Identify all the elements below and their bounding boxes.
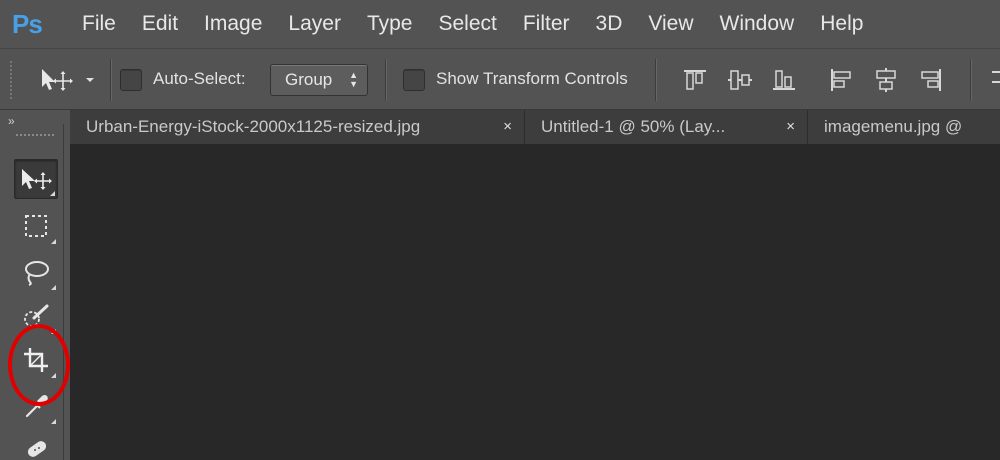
tab-title: Urban-Energy-iStock-2000x1125-resized.jp… — [86, 117, 421, 136]
highlight-circle — [8, 324, 70, 406]
options-bar: Auto-Select: Group ▲ ▼ Show Transform Con… — [0, 48, 1000, 110]
auto-select-dropdown[interactable]: Group ▲ ▼ — [270, 64, 368, 96]
chevron-down-icon — [86, 78, 94, 82]
document-tab[interactable]: Untitled-1 @ 50% (Lay... × — [525, 110, 808, 144]
align-vertical-centers-icon[interactable] — [727, 67, 753, 93]
auto-select-checkbox[interactable] — [120, 69, 142, 91]
menu-edit[interactable]: Edit — [142, 12, 178, 36]
document-canvas[interactable] — [70, 144, 1000, 460]
tools-panel — [6, 124, 64, 460]
menu-view[interactable]: View — [648, 12, 693, 36]
menu-window[interactable]: Window — [720, 12, 795, 36]
lasso-tool[interactable] — [14, 252, 58, 292]
distribute-top-edges-icon[interactable] — [984, 67, 1000, 93]
show-transform-checkbox[interactable] — [403, 69, 425, 91]
align-left-edges-icon[interactable] — [828, 67, 854, 93]
document-tab[interactable]: imagemenu.jpg @ — [808, 110, 1000, 144]
divider — [655, 59, 656, 101]
show-transform-label: Show Transform Controls — [436, 69, 628, 88]
lasso-icon — [25, 261, 49, 286]
auto-select-label: Auto-Select: — [153, 69, 246, 88]
options-bar-grip[interactable] — [10, 61, 14, 99]
menu-file[interactable]: File — [82, 12, 116, 36]
tool-flyout-indicator — [51, 285, 56, 290]
healing-brush-tool[interactable] — [14, 430, 58, 460]
tools-panel-grip[interactable] — [16, 134, 54, 139]
align-top-edges-icon[interactable] — [682, 67, 708, 93]
menu-select[interactable]: Select — [438, 12, 496, 36]
align-bottom-edges-icon[interactable] — [771, 67, 797, 93]
marquee-icon — [25, 215, 47, 237]
menu-type[interactable]: Type — [367, 12, 413, 36]
close-icon[interactable]: × — [503, 118, 512, 135]
app-logo: Ps — [12, 8, 43, 39]
tool-preset-picker[interactable] — [38, 63, 100, 102]
menu-help[interactable]: Help — [820, 12, 863, 36]
divider — [385, 59, 386, 101]
menu-layer[interactable]: Layer — [288, 12, 341, 36]
move-tool-preset-icon — [42, 69, 94, 91]
tool-flyout-indicator — [51, 419, 56, 424]
align-horizontal-centers-icon[interactable] — [873, 67, 899, 93]
move-icon — [22, 169, 52, 190]
menu-3d[interactable]: 3D — [596, 12, 623, 36]
close-icon[interactable]: × — [786, 118, 795, 135]
document-tab-bar: Urban-Energy-iStock-2000x1125-resized.jp… — [70, 110, 1000, 144]
healing-brush-icon — [27, 441, 47, 457]
move-tool[interactable] — [14, 159, 58, 199]
dropdown-arrows-icon: ▲ ▼ — [349, 70, 358, 89]
divider — [110, 59, 111, 101]
tab-title: imagemenu.jpg @ — [824, 117, 963, 136]
menu-image[interactable]: Image — [204, 12, 262, 36]
tab-title: Untitled-1 @ 50% (Lay... — [541, 117, 726, 136]
divider — [970, 59, 971, 101]
menu-bar: Ps File Edit Image Layer Type Select Fil… — [0, 0, 1000, 48]
menu-filter[interactable]: Filter — [523, 12, 570, 36]
tool-flyout-indicator — [51, 239, 56, 244]
rectangular-marquee-tool[interactable] — [14, 206, 58, 246]
document-tab[interactable]: Urban-Energy-iStock-2000x1125-resized.jp… — [70, 110, 525, 144]
tool-flyout-indicator — [50, 191, 55, 196]
auto-select-value: Group — [285, 70, 333, 89]
align-right-edges-icon[interactable] — [918, 67, 944, 93]
